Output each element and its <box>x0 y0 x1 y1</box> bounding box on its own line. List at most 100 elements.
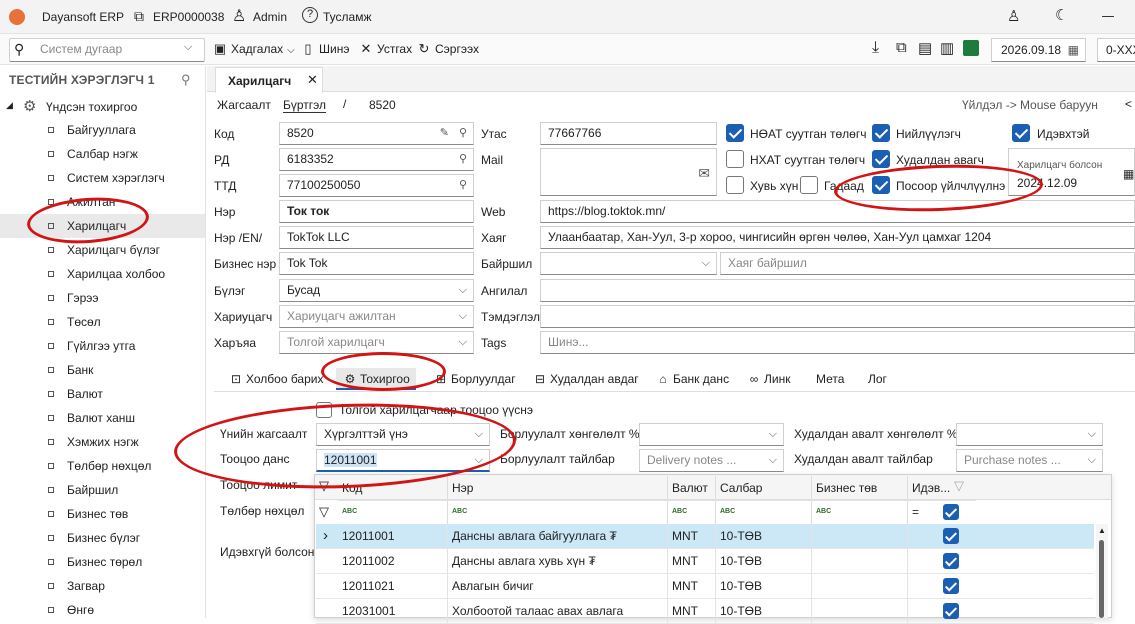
chevron-down-icon[interactable]: ⌵ <box>184 41 192 54</box>
sidebar-item[interactable]: Гүйлгээ утга <box>0 334 205 358</box>
col-currency[interactable]: Валют <box>668 476 716 500</box>
tab-bank-account[interactable]: ⌂ Банк данс <box>655 368 729 390</box>
tab-settings[interactable]: ⚙ Тохиргоо <box>336 368 416 390</box>
tab-meta[interactable]: Мета <box>816 368 844 390</box>
note-field[interactable] <box>540 305 1135 328</box>
sidebar-item[interactable]: Хэмжих нэгж <box>0 430 205 454</box>
filter-icon[interactable]: ▽ <box>319 478 329 494</box>
active-checkbox[interactable] <box>1012 124 1030 142</box>
col-active[interactable]: Идэв... <box>908 476 976 500</box>
collapse-arrow-icon[interactable]: ◢ <box>6 100 13 111</box>
buy-discount-select[interactable]: ⌵ <box>956 423 1103 446</box>
filter-name[interactable]: ABC <box>448 500 668 524</box>
search-icon[interactable]: ⚲ <box>459 123 467 144</box>
branch-select[interactable]: 0-XXX <box>1097 38 1135 62</box>
sidebar-item[interactable]: Байршил <box>0 478 205 502</box>
sidebar-item[interactable]: Харилцаа холбоо <box>0 262 205 286</box>
calendar-icon[interactable]: ▦ <box>1068 39 1079 61</box>
filter-icon[interactable]: ▽ <box>954 478 964 494</box>
sidebar-item[interactable]: Байгууллага <box>0 118 205 142</box>
refresh-button[interactable]: ↻ Сэргээх <box>416 38 479 60</box>
sidebar-item[interactable]: Валют <box>0 382 205 406</box>
tab-sells[interactable]: ⊞ Борлуулдаг <box>433 368 516 390</box>
pos-customer-checkbox[interactable] <box>872 176 890 194</box>
table-row[interactable]: 12011002 Дансны авлага хувь хүн ₮ MNT 10-ТӨ… <box>316 549 1094 574</box>
sidebar-item[interactable]: Систем хэрэглэгч <box>0 166 205 190</box>
responsible-select[interactable]: Хариуцагч ажилтан ⌵ <box>279 305 474 328</box>
user-name[interactable]: Admin <box>253 10 287 24</box>
row-active-checkbox[interactable] <box>943 578 959 594</box>
scroll-thumb[interactable] <box>1099 540 1104 618</box>
close-icon[interactable]: ✕ <box>307 72 318 88</box>
sidebar-item[interactable]: Харилцагч бүлэг <box>0 238 205 262</box>
filter-code[interactable]: ABC <box>338 500 448 524</box>
sidebar-item[interactable]: Валют ханш <box>0 406 205 430</box>
col-business-center[interactable]: Бизнес төв <box>812 476 908 500</box>
web-field[interactable]: https://blog.toktok.mn/ <box>540 200 1135 223</box>
collapse-panel-icon[interactable]: < <box>1125 97 1132 111</box>
table-row[interactable]: › 12011001 Дансны авлага байгууллага ₮ MNT 1… <box>316 524 1094 549</box>
clipboard-icon[interactable]: ▤ <box>918 39 932 57</box>
tags-field[interactable]: Шинэ... <box>540 331 1135 354</box>
sidebar-item[interactable]: Төсөл <box>0 310 205 334</box>
business-name-field[interactable]: Tok Tok <box>279 252 474 275</box>
col-name[interactable]: Нэр <box>448 476 668 500</box>
sidebar-item[interactable]: Бизнес бүлэг <box>0 526 205 550</box>
name-en-field[interactable]: TokTok LLC <box>279 226 474 249</box>
sidebar-item[interactable]: Загвар <box>0 574 205 598</box>
row-active-checkbox[interactable] <box>943 603 959 619</box>
sidebar-item[interactable]: Бизнес төрөл <box>0 550 205 574</box>
foreign-checkbox[interactable] <box>800 176 818 194</box>
copy-icon[interactable]: ⧉ <box>896 39 907 56</box>
individual-checkbox[interactable] <box>726 176 744 194</box>
category-field[interactable] <box>540 279 1135 302</box>
paste-icon[interactable]: ▥ <box>940 39 954 57</box>
location-select[interactable]: ⌵ <box>540 252 717 275</box>
date-field[interactable]: 2026.09.18 ▦ <box>991 38 1086 62</box>
search-icon[interactable]: ⚲ <box>459 149 467 170</box>
code-field[interactable]: 8520 ✎ ⚲ <box>279 122 474 145</box>
sidebar-item[interactable]: Бизнес төв <box>0 502 205 526</box>
moon-icon[interactable]: ☾ <box>1055 6 1068 24</box>
name-field[interactable]: Ток ток <box>279 200 474 223</box>
filter-bc[interactable]: ABC <box>812 500 908 524</box>
help-label[interactable]: Тусламж <box>323 10 371 24</box>
buyer-checkbox[interactable] <box>872 150 890 168</box>
phone-field[interactable]: 77667766 <box>540 122 717 145</box>
sidebar-item[interactable]: Салбар нэгж <box>0 142 205 166</box>
tab-link[interactable]: ∞ Линк <box>746 368 791 390</box>
row-active-checkbox[interactable] <box>943 528 959 544</box>
table-row[interactable]: 12031001 Холбоотой талаас авах авлага MNT 1… <box>316 599 1094 624</box>
sidebar-root[interactable]: Үндсэн тохиргоо <box>46 100 137 114</box>
table-row[interactable]: 12011021 Авлагын бичиг MNT 10-ТӨВ <box>316 574 1094 599</box>
sidebar-item[interactable]: Харилцагч <box>0 214 205 238</box>
pit-payer-checkbox[interactable] <box>726 150 744 168</box>
mail-icon[interactable]: ✉ <box>698 163 710 184</box>
minimize-icon[interactable] <box>1102 16 1114 17</box>
calendar-icon[interactable]: ▦ <box>1123 164 1134 185</box>
breadcrumb-register[interactable]: Бүртгэл <box>283 98 327 113</box>
tab-log[interactable]: Лог <box>868 368 887 390</box>
tab-contact[interactable]: ⊡ Холбоо барих <box>228 368 324 390</box>
mail-field[interactable]: ✉ <box>540 148 717 196</box>
search-input[interactable]: Систем дугаар <box>9 38 205 62</box>
search-icon[interactable]: ⚲ <box>459 175 467 196</box>
scroll-up-icon[interactable]: ▲ <box>1098 526 1106 535</box>
new-button[interactable]: ▯ Шинэ <box>300 38 349 60</box>
edit-icon[interactable]: ✎ <box>440 123 449 144</box>
rd-field[interactable]: 6183352 ⚲ <box>279 148 474 171</box>
customer-since-field[interactable]: Харилцагч болсон 2024.12.09 ▦ <box>1008 148 1135 196</box>
sidebar-item[interactable]: Банк <box>0 358 205 382</box>
row-active-checkbox[interactable] <box>943 553 959 569</box>
vat-payer-checkbox[interactable] <box>726 124 744 142</box>
ttd-field[interactable]: 77100250050 ⚲ <box>279 174 474 197</box>
excel-icon[interactable] <box>963 40 979 56</box>
sidebar-item[interactable]: Төлбөр нөхцөл <box>0 454 205 478</box>
pin-icon[interactable]: ⚲ <box>181 72 191 88</box>
supplier-checkbox[interactable] <box>872 124 890 142</box>
price-list-select[interactable]: Хүргэлттэй үнэ ⌵ <box>316 423 490 446</box>
address-field[interactable]: Улаанбаатар, Хан-Уул, 3-р хороо, чингиси… <box>540 226 1135 249</box>
filter-currency[interactable]: ABC <box>668 500 716 524</box>
doc-number[interactable]: ERP0000038 <box>153 10 224 24</box>
person-settings-icon[interactable]: ♙ <box>1007 7 1020 25</box>
